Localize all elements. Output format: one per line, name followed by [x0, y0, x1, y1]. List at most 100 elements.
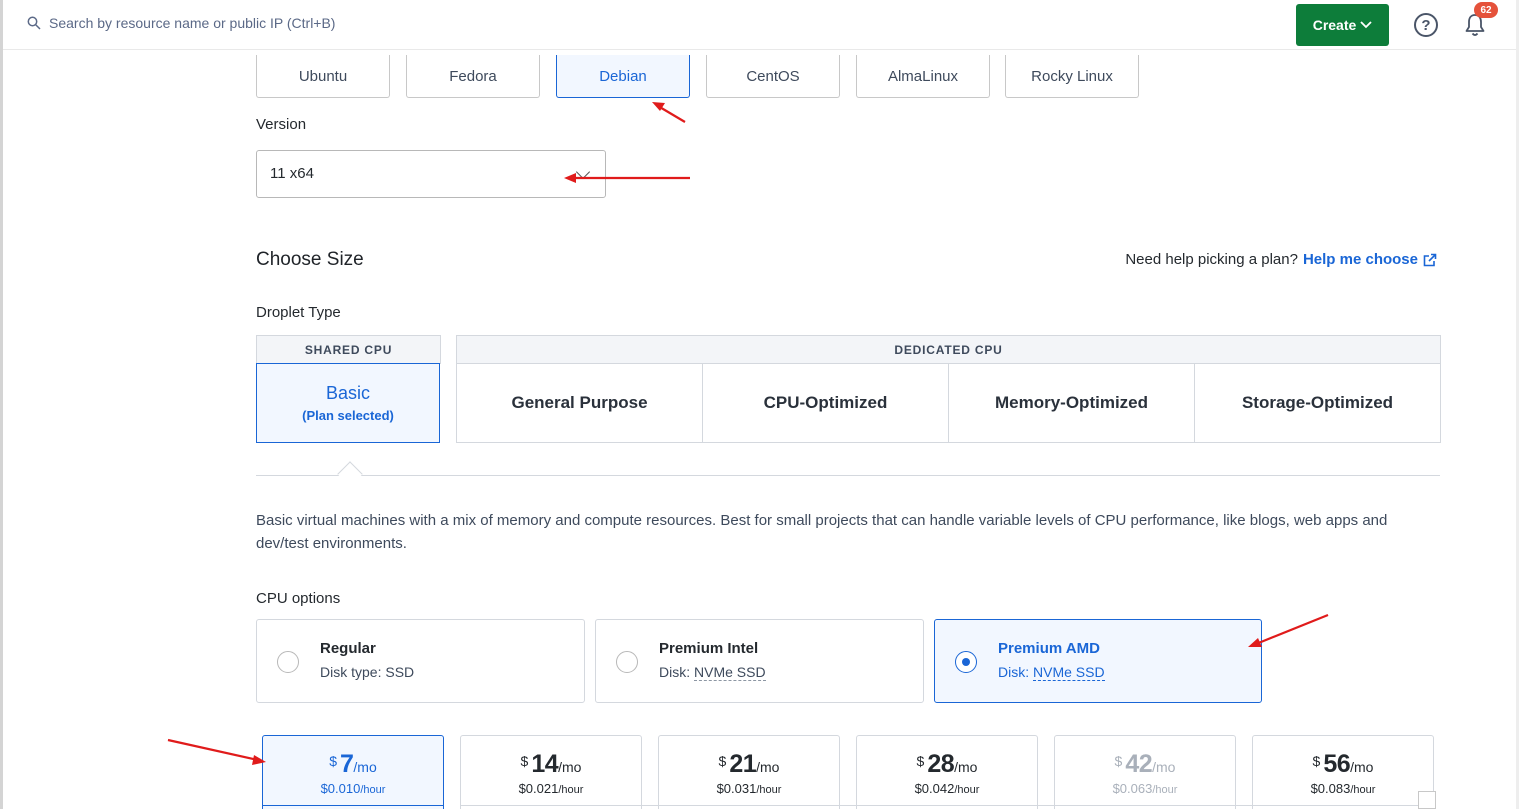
price-period: /mo	[1350, 759, 1374, 775]
window-left-edge	[0, 0, 3, 809]
help-me-choose-link[interactable]: Help me choose	[1303, 251, 1418, 268]
scroll-right-button[interactable]	[1418, 791, 1436, 809]
price-amount: 21	[729, 750, 757, 778]
radio-button[interactable]	[277, 651, 299, 673]
price-card-7[interactable]: $7/mo $0.010/hour	[262, 735, 444, 809]
price-period: /mo	[954, 759, 978, 775]
distro-centos[interactable]: CentOS	[706, 55, 840, 98]
version-label: Version	[256, 116, 307, 133]
price-card-14[interactable]: $14/mo $0.021/hour	[460, 735, 642, 809]
cpu-option-title: Regular	[320, 640, 376, 657]
cpu-options-label: CPU options	[256, 590, 341, 607]
create-button-label: Create	[1312, 17, 1357, 33]
cpu-option-disk: Disk: NVMe SSD	[659, 664, 766, 681]
disk-prefix: Disk:	[998, 664, 1033, 680]
price-hourly-unit: /hour	[954, 784, 980, 796]
droplet-type-storage-optimized[interactable]: Storage-Optimized	[1194, 363, 1441, 443]
distro-ubuntu[interactable]: Ubuntu	[256, 55, 390, 98]
cpu-option-title: Premium Intel	[659, 640, 759, 657]
price-card-21[interactable]: $21/mo $0.031/hour	[658, 735, 840, 809]
price-currency: $	[329, 753, 338, 769]
price-hourly: $0.021	[518, 781, 559, 796]
section-divider	[256, 475, 1440, 476]
version-value: 11 x64	[270, 165, 314, 182]
price-amount: 7	[340, 750, 354, 778]
annotation-arrow-premium-amd	[1255, 613, 1329, 646]
notification-badge: 62	[1474, 2, 1498, 18]
shared-cpu-header: SHARED CPU	[256, 335, 441, 364]
arrowhead-icon	[652, 102, 665, 111]
price-hourly: $0.031	[716, 781, 757, 796]
price-hourly: $0.042	[914, 781, 955, 796]
price-card-28[interactable]: $28/mo $0.042/hour	[856, 735, 1038, 809]
price-period: /mo	[558, 759, 582, 775]
version-select[interactable]: 11 x64	[256, 150, 606, 198]
basic-sub: (Plan selected)	[302, 408, 394, 423]
distro-fedora[interactable]: Fedora	[406, 55, 540, 98]
dedicated-cpu-header: DEDICATED CPU	[456, 335, 1441, 364]
price-currency: $	[520, 753, 529, 769]
disk-type[interactable]: NVMe SSD	[694, 664, 766, 681]
cpu-option-regular[interactable]: Regular Disk type: SSD	[256, 619, 585, 703]
price-currency: $	[916, 753, 925, 769]
cpu-option-premium-amd[interactable]: Premium AMD Disk: NVMe SSD	[934, 619, 1262, 703]
top-bar: Search by resource name or public IP (Ct…	[3, 0, 1516, 50]
choose-size-title: Choose Size	[256, 249, 364, 270]
price-amount: 56	[1323, 750, 1351, 778]
disk-type[interactable]: NVMe SSD	[1033, 664, 1105, 681]
annotation-arrow-price	[167, 738, 259, 762]
distro-debian[interactable]: Debian	[556, 55, 690, 98]
distro-almalinux[interactable]: AlmaLinux	[856, 55, 990, 98]
price-card-42: $42/mo $0.063/hour	[1054, 735, 1236, 809]
price-hourly: $0.010	[320, 781, 361, 796]
price-hourly-unit: /hour	[360, 784, 386, 796]
price-currency: $	[1114, 753, 1123, 769]
price-hourly-unit: /hour	[1152, 784, 1178, 796]
price-currency: $	[1312, 753, 1321, 769]
help-prefix: Need help picking a plan?	[1125, 251, 1298, 268]
droplet-type-cpu-optimized[interactable]: CPU-Optimized	[702, 363, 949, 443]
droplet-type-label: Droplet Type	[256, 304, 341, 321]
annotation-arrow-debian	[657, 105, 686, 123]
droplet-type-general-purpose[interactable]: General Purpose	[456, 363, 703, 443]
price-currency: $	[718, 753, 727, 769]
price-hourly: $0.063	[1112, 781, 1153, 796]
cpu-option-disk: Disk: NVMe SSD	[998, 664, 1105, 681]
radio-button[interactable]	[955, 651, 977, 673]
selected-card-underline	[262, 805, 444, 806]
price-period: /mo	[756, 759, 780, 775]
price-period: /mo	[353, 759, 377, 775]
price-hourly-unit: /hour	[756, 784, 782, 796]
distro-rocky-linux[interactable]: Rocky Linux	[1005, 55, 1139, 98]
price-amount: 28	[927, 750, 955, 778]
external-link-icon[interactable]	[1423, 253, 1437, 267]
cpu-option-disk: Disk type: SSD	[320, 664, 414, 680]
basic-label: Basic	[325, 383, 370, 403]
disk-prefix: Disk:	[659, 664, 694, 680]
price-hourly: $0.083	[1310, 781, 1351, 796]
disk-prefix: Disk type:	[320, 664, 386, 680]
price-card-56[interactable]: $56/mo $0.083/hour	[1252, 735, 1434, 809]
search-icon	[27, 16, 41, 30]
search-placeholder[interactable]: Search by resource name or public IP (Ct…	[49, 15, 335, 31]
price-card-divider	[460, 805, 1434, 806]
selection-notch	[337, 461, 363, 487]
price-hourly-unit: /hour	[558, 784, 584, 796]
cpu-option-title: Premium AMD	[998, 640, 1100, 657]
price-hourly-unit: /hour	[1350, 784, 1376, 796]
cpu-option-premium-intel[interactable]: Premium Intel Disk: NVMe SSD	[595, 619, 924, 703]
search-box[interactable]: Search by resource name or public IP (Ct…	[27, 15, 335, 31]
plan-description: Basic virtual machines with a mix of mem…	[256, 512, 1388, 552]
price-amount: 42	[1125, 750, 1153, 778]
price-period: /mo	[1152, 759, 1176, 775]
create-button[interactable]: Create	[1296, 4, 1389, 46]
disk-type: SSD	[385, 664, 415, 680]
help-glyph: ?	[1421, 16, 1431, 34]
radio-button[interactable]	[616, 651, 638, 673]
help-choose-plan: Need help picking a plan? Help me choose	[1125, 251, 1437, 268]
droplet-type-memory-optimized[interactable]: Memory-Optimized	[948, 363, 1195, 443]
chevron-down-icon	[1360, 21, 1372, 29]
help-icon[interactable]: ?	[1414, 13, 1438, 37]
droplet-type-basic[interactable]: Basic (Plan selected)	[256, 363, 440, 443]
price-amount: 14	[531, 750, 559, 778]
